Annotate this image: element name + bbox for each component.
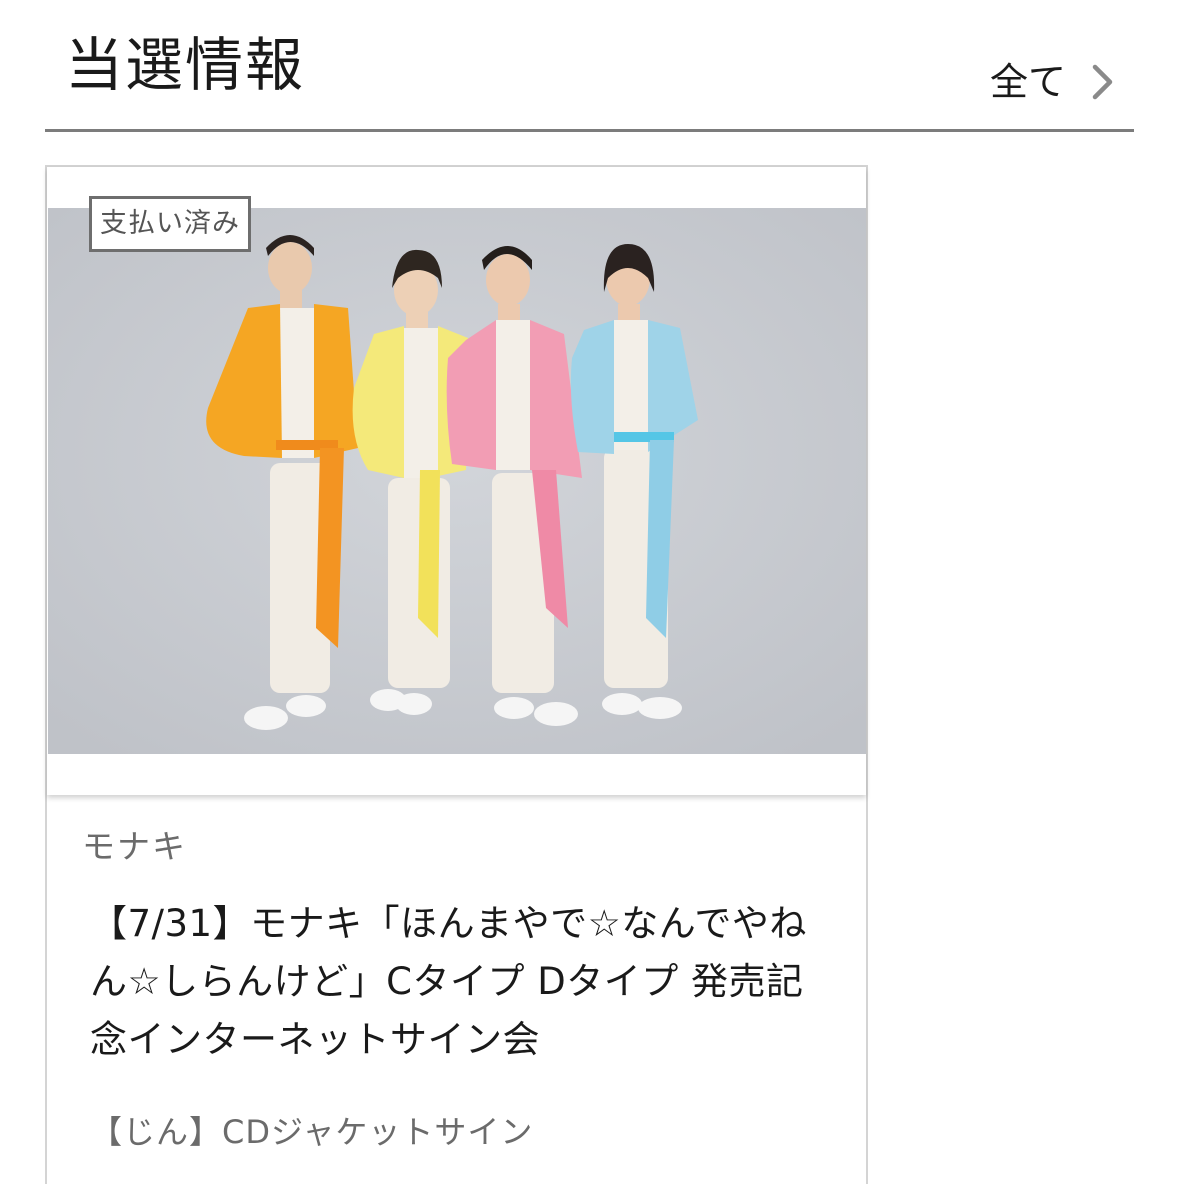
group-photo xyxy=(48,208,866,754)
winning-info-page: 当選情報 全て 支払い済み モナキ 【7/31】モナキ「ほんまやで☆なんでやねん… xyxy=(0,0,1179,1184)
group-photo-illustration xyxy=(48,208,866,754)
chevron-right-icon xyxy=(1092,64,1113,100)
artist-name: モナキ xyxy=(82,827,187,866)
section-title: 当選情報 xyxy=(65,31,306,99)
see-all-label: 全て xyxy=(989,60,1066,104)
see-all-link[interactable]: 全て xyxy=(990,57,1114,107)
prize-item: 【じん】CDジャケットサイン xyxy=(90,1113,534,1151)
event-title: 【7/31】モナキ「ほんまやで☆なんでやねん☆しらんけど」Cタイプ Dタイプ 発… xyxy=(90,902,807,1061)
card-image-frame: 支払い済み xyxy=(47,167,866,795)
winning-card[interactable]: 支払い済み モナキ 【7/31】モナキ「ほんまやで☆なんでやねん☆しらんけど」C… xyxy=(45,165,868,1184)
status-badge: 支払い済み xyxy=(89,196,251,252)
section-header: 当選情報 全て xyxy=(45,0,1134,132)
